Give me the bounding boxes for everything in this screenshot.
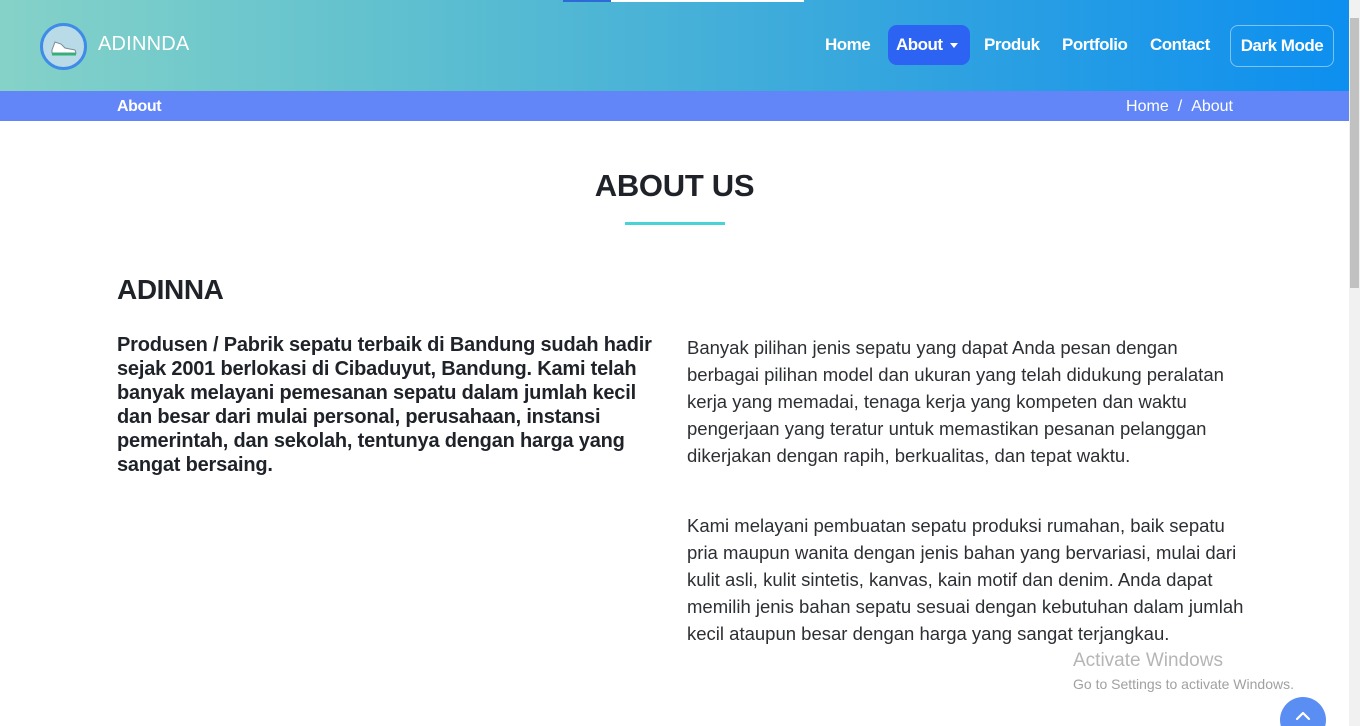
- dark-mode-button[interactable]: Dark Mode: [1230, 25, 1334, 67]
- nav-produk[interactable]: Produk: [984, 25, 1040, 65]
- lead-text: Produsen / Pabrik sepatu terbaik di Band…: [117, 334, 652, 476]
- page: ADINNDA Home About Produk Portfolio Cont…: [0, 0, 1349, 726]
- brand-name[interactable]: ADINNDA: [98, 33, 189, 56]
- nav-portfolio[interactable]: Portfolio: [1062, 25, 1128, 65]
- chevron-up-icon: [1295, 711, 1311, 721]
- title-underline: [625, 222, 725, 225]
- navbar: ADINNDA Home About Produk Portfolio Cont…: [0, 0, 1349, 91]
- section-title: ABOUT US: [594, 168, 755, 203]
- scrollbar-thumb[interactable]: [1350, 18, 1359, 288]
- page-loading-bar-track: [611, 0, 804, 2]
- about-paragraph-2: Kami melayani pembuatan sepatu produksi …: [687, 515, 1244, 644]
- breadcrumb-home-link[interactable]: Home: [1126, 98, 1169, 116]
- back-to-top-button[interactable]: [1280, 697, 1326, 726]
- nav-about-dropdown[interactable]: About: [888, 25, 970, 65]
- breadcrumb-current: About: [1191, 98, 1233, 115]
- breadcrumb: Home / About: [1126, 98, 1233, 116]
- nav-about-label: About: [896, 35, 943, 54]
- caret-down-icon: [949, 42, 958, 48]
- page-title: About: [117, 98, 162, 115]
- nav-contact[interactable]: Contact: [1150, 25, 1210, 65]
- about-paragraph-1: Banyak pilihan jenis sepatu yang dapat A…: [687, 337, 1224, 466]
- activate-windows-title: Activate Windows: [1073, 650, 1223, 671]
- activate-windows-subtitle: Go to Settings to activate Windows.: [1073, 676, 1294, 692]
- breadcrumb-separator: /: [1177, 98, 1183, 115]
- company-name: ADINNA: [117, 274, 224, 305]
- nav-home[interactable]: Home: [825, 25, 871, 65]
- page-scrollbar[interactable]: [1349, 0, 1360, 726]
- shoe-logo-icon[interactable]: [40, 23, 87, 70]
- page-loading-bar: [563, 0, 611, 2]
- breadcrumb-bar: About Home / About: [0, 91, 1349, 121]
